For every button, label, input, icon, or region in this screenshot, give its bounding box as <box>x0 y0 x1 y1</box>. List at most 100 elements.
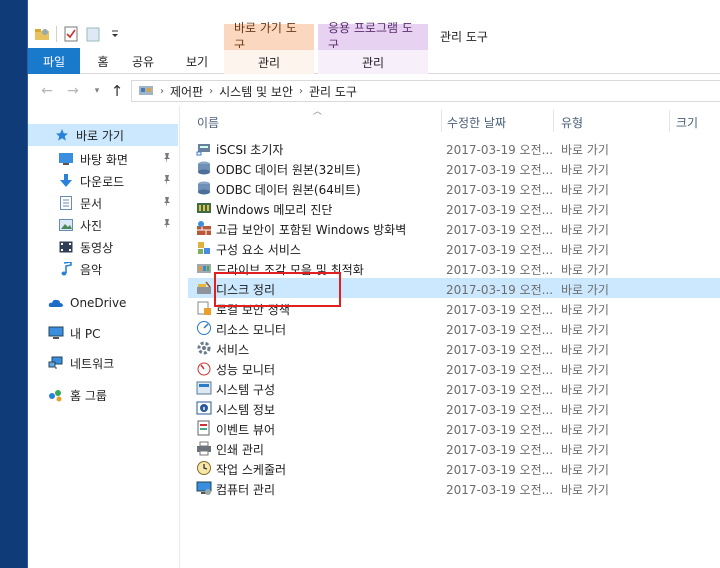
local-security-policy-icon <box>196 300 212 316</box>
file-row[interactable]: 고급 보안이 포함된 Windows 방화벽 2017-03-19 오전... … <box>188 218 720 238</box>
column-date[interactable]: 수정한 날짜 <box>447 114 506 131</box>
control-panel-icon <box>138 82 154 101</box>
desktop-icon <box>58 151 74 167</box>
file-row[interactable]: 시스템 정보 2017-03-19 오전... 바로 가기 <box>188 398 720 418</box>
file-name: ODBC 데이터 원본(32비트) <box>216 163 361 177</box>
column-divider[interactable] <box>441 110 442 132</box>
file-date: 2017-03-19 오전... <box>446 223 554 237</box>
column-header: ︿ 이름 수정한 날짜 유형 크기 <box>180 107 720 134</box>
file-row[interactable]: 인쇄 관리 2017-03-19 오전... 바로 가기 <box>188 438 720 458</box>
nav-label: 홈 그룹 <box>70 388 107 403</box>
column-name[interactable]: 이름 <box>197 114 219 131</box>
column-type[interactable]: 유형 <box>561 114 583 131</box>
column-divider[interactable] <box>553 110 554 132</box>
system-configuration-icon <box>196 380 212 396</box>
file-row[interactable]: 이벤트 뷰어 2017-03-19 오전... 바로 가기 <box>188 418 720 438</box>
nav-quick-access[interactable]: 바로 가기 <box>28 124 178 146</box>
address-path[interactable]: › 제어판 › 시스템 및 보안 › 관리 도구 <box>131 80 720 102</box>
forward-arrow-icon[interactable]: → <box>64 82 82 100</box>
nav-item-desktop[interactable]: 바탕 화면 <box>28 148 178 170</box>
nav-onedrive[interactable]: OneDrive <box>28 292 178 314</box>
download-icon <box>58 173 74 189</box>
nav-network[interactable]: 네트워크 <box>28 352 178 374</box>
file-date: 2017-03-19 오전... <box>446 463 554 477</box>
file-row[interactable]: ODBC 데이터 원본(32비트) 2017-03-19 오전... 바로 가기 <box>188 158 720 178</box>
nav-item-documents[interactable]: 문서 <box>28 192 178 214</box>
firewall-icon <box>196 220 212 236</box>
address-bar: ← → ▾ ↑ › 제어판 › 시스템 및 보안 › 관리 도구 <box>28 76 720 106</box>
tab-manage-shortcut[interactable]: 관리 <box>224 48 314 74</box>
file-row[interactable]: 리소스 모니터 2017-03-19 오전... 바로 가기 <box>188 318 720 338</box>
file-type: 바로 가기 <box>561 403 609 417</box>
pin-icon[interactable] <box>162 218 172 230</box>
column-divider[interactable] <box>669 110 670 132</box>
file-date: 2017-03-19 오전... <box>446 443 554 457</box>
file-name: 고급 보안이 포함된 Windows 방화벽 <box>216 223 407 237</box>
disk-cleanup-icon <box>196 280 212 296</box>
breadcrumb-separator-icon: › <box>209 85 214 97</box>
new-folder-icon[interactable] <box>85 26 101 42</box>
file-type: 바로 가기 <box>561 343 609 357</box>
nav-item-videos[interactable]: 동영상 <box>28 236 178 258</box>
tab-view[interactable]: 보기 <box>180 48 214 74</box>
window-title: 관리 도구 <box>440 30 488 44</box>
file-row[interactable]: 컴퓨터 관리 2017-03-19 오전... 바로 가기 <box>188 478 720 498</box>
pin-icon[interactable] <box>162 152 172 164</box>
breadcrumb-system-security[interactable]: 시스템 및 보안 <box>219 83 293 100</box>
file-row[interactable]: 작업 스케줄러 2017-03-19 오전... 바로 가기 <box>188 458 720 478</box>
quick-access-toolbar <box>34 26 123 42</box>
network-icon <box>48 355 64 371</box>
odbc-icon <box>196 160 212 176</box>
file-type: 바로 가기 <box>561 183 609 197</box>
breadcrumb-separator-icon: › <box>160 85 164 97</box>
recent-locations-chevron-icon[interactable]: ▾ <box>88 82 106 100</box>
file-name: 리소스 모니터 <box>216 323 287 337</box>
folder-settings-icon[interactable] <box>34 26 50 42</box>
event-viewer-icon <box>196 420 212 436</box>
tab-manage-app[interactable]: 관리 <box>318 48 428 74</box>
nav-item-downloads[interactable]: 다운로드 <box>28 170 178 192</box>
nav-label: OneDrive <box>70 296 127 310</box>
file-date: 2017-03-19 오전... <box>446 343 554 357</box>
file-date: 2017-03-19 오전... <box>446 243 554 257</box>
file-type: 바로 가기 <box>561 423 609 437</box>
file-name: 컴퓨터 관리 <box>216 483 276 497</box>
customize-toolbar-icon[interactable] <box>107 26 123 42</box>
pin-icon[interactable] <box>162 196 172 208</box>
odbc-icon <box>196 180 212 196</box>
print-management-icon <box>196 440 212 456</box>
back-arrow-icon[interactable]: ← <box>38 82 56 100</box>
up-arrow-icon[interactable]: ↑ <box>108 82 126 100</box>
file-row[interactable]: Windows 메모리 진단 2017-03-19 오전... 바로 가기 <box>188 198 720 218</box>
nav-this-pc[interactable]: 내 PC <box>28 322 178 344</box>
pictures-icon <box>58 217 74 233</box>
breadcrumb-separator-icon: › <box>299 85 303 97</box>
file-date: 2017-03-19 오전... <box>446 163 554 177</box>
nav-item-music[interactable]: 음악 <box>28 258 178 280</box>
properties-icon[interactable] <box>63 26 79 42</box>
file-row[interactable]: 서비스 2017-03-19 오전... 바로 가기 <box>188 338 720 358</box>
file-date: 2017-03-19 오전... <box>446 203 554 217</box>
star-icon <box>54 127 70 143</box>
videos-icon <box>58 239 74 255</box>
tab-file[interactable]: 파일 <box>28 48 80 74</box>
file-row[interactable]: 시스템 구성 2017-03-19 오전... 바로 가기 <box>188 378 720 398</box>
file-type: 바로 가기 <box>561 303 609 317</box>
file-row[interactable]: 성능 모니터 2017-03-19 오전... 바로 가기 <box>188 358 720 378</box>
nav-item-pictures[interactable]: 사진 <box>28 214 178 236</box>
file-row[interactable]: ODBC 데이터 원본(64비트) 2017-03-19 오전... 바로 가기 <box>188 178 720 198</box>
column-size[interactable]: 크기 <box>676 114 698 131</box>
file-name: 이벤트 뷰어 <box>216 423 276 437</box>
tab-share[interactable]: 공유 <box>128 48 158 74</box>
music-icon <box>58 261 74 277</box>
breadcrumb-control-panel[interactable]: 제어판 <box>170 83 203 100</box>
breadcrumb-admin-tools[interactable]: 관리 도구 <box>309 83 357 100</box>
homegroup-icon <box>48 387 64 403</box>
file-row[interactable]: iSCSI 초기자 2017-03-19 오전... 바로 가기 <box>188 138 720 158</box>
file-row[interactable]: 구성 요소 서비스 2017-03-19 오전... 바로 가기 <box>188 238 720 258</box>
tab-home[interactable]: 홈 <box>90 48 116 74</box>
resource-monitor-icon <box>196 320 212 336</box>
nav-homegroup[interactable]: 홈 그룹 <box>28 384 178 406</box>
pin-icon[interactable] <box>162 174 172 186</box>
file-date: 2017-03-19 오전... <box>446 483 554 497</box>
